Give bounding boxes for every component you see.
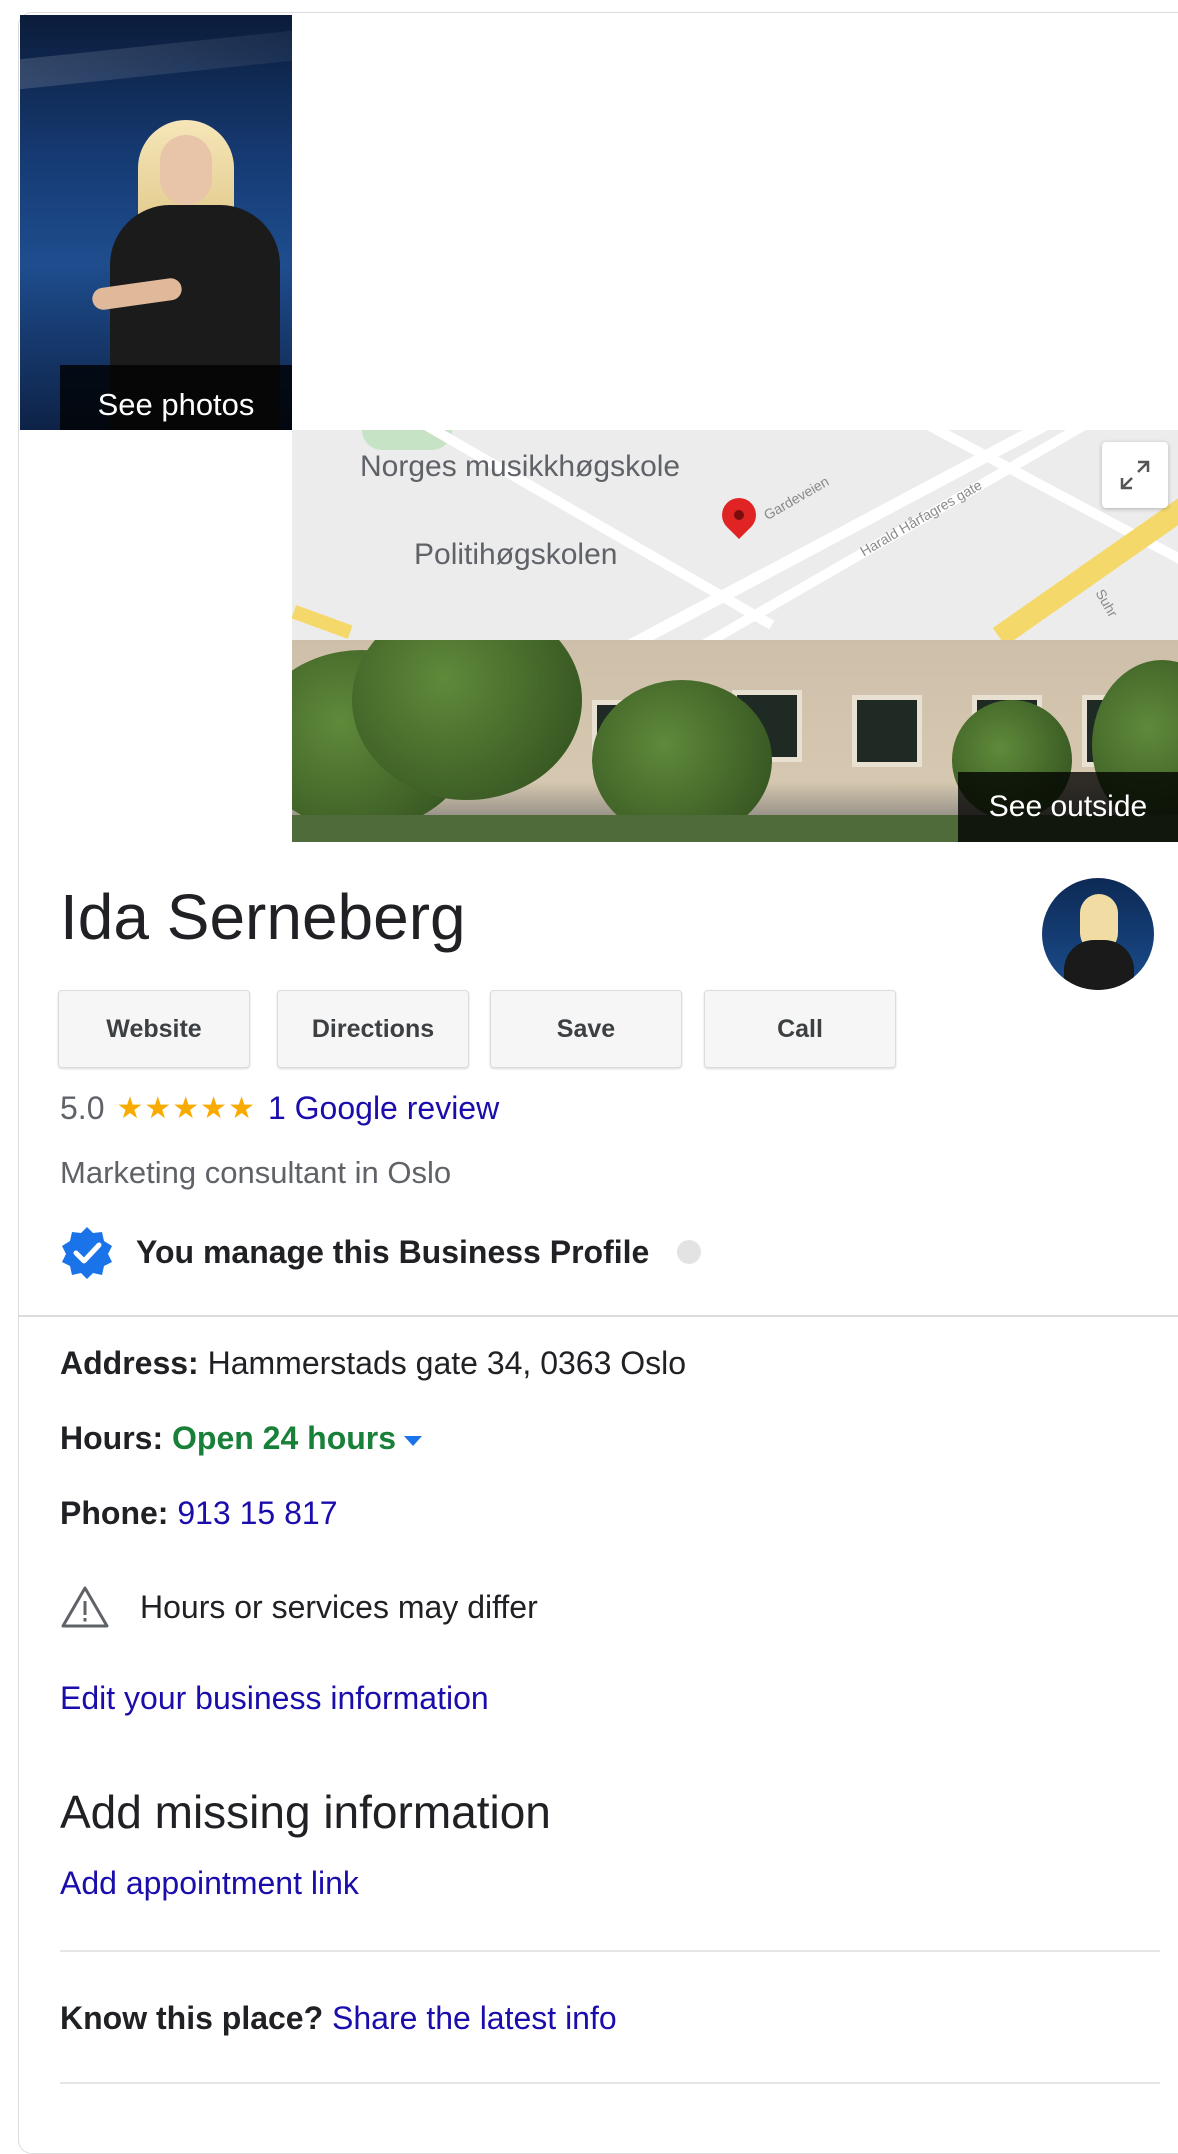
directions-button-label: Directions (311, 1014, 435, 1043)
website-button-label: Website (106, 1014, 202, 1043)
know-this-place-label: Know this place? (60, 2000, 324, 2036)
divider (60, 1950, 1160, 1952)
expand-icon (1120, 460, 1150, 490)
phone-link[interactable]: 913 15 817 (177, 1495, 337, 1531)
avatar-body (1064, 940, 1134, 990)
add-appointment-link[interactable]: Add appointment link (60, 1865, 359, 1902)
address-value: Hammerstads gate 34, 0363 Oslo (207, 1345, 687, 1381)
chevron-down-icon[interactable] (404, 1435, 423, 1446)
call-button[interactable]: Call (704, 990, 896, 1068)
star-rating-icon: ★★★★★ (116, 1092, 256, 1125)
address-label: Address: (60, 1345, 199, 1381)
warning-icon (61, 1586, 109, 1628)
divider (18, 1315, 1178, 1317)
expand-map-button[interactable] (1102, 442, 1168, 508)
edit-business-link[interactable]: Edit your business information (60, 1680, 489, 1717)
map-label: Norges musikkhøgskole (360, 450, 681, 483)
street-view-photo[interactable]: See outside (292, 640, 1178, 842)
share-info-link[interactable]: Share the latest info (332, 2000, 617, 2036)
photo-person-face (160, 135, 212, 205)
save-button[interactable]: Save (490, 990, 682, 1068)
map-label: Politihøgskolen (414, 538, 618, 571)
see-photos-label: See photos (97, 387, 255, 422)
save-button-label: Save (556, 1014, 616, 1043)
call-button-label: Call (777, 1014, 823, 1043)
business-photo[interactable]: See photos (20, 15, 292, 430)
building-window (852, 695, 922, 767)
map-main-road (292, 605, 353, 639)
add-missing-heading: Add missing information (60, 1786, 551, 1838)
business-name: Ida Serneberg (60, 881, 466, 953)
map-street-label: Suhr (1092, 586, 1122, 620)
map-pin-icon (714, 490, 764, 540)
see-outside-label: See outside (988, 790, 1148, 823)
address-row: Address: Hammerstads gate 34, 0363 Oslo (60, 1345, 686, 1382)
hours-row: Hours: Open 24 hours (60, 1420, 423, 1457)
rating-row: 5.0 ★★★★★ 1 Google review (60, 1090, 499, 1127)
hours-label: Hours: (60, 1420, 164, 1456)
website-button[interactable]: Website (58, 990, 250, 1068)
avatar[interactable] (1042, 878, 1154, 990)
map-thumbnail[interactable]: Norges musikkhøgskole Politihøgskolen Ga… (292, 430, 1178, 640)
hours-value[interactable]: Open 24 hours (172, 1420, 396, 1456)
phone-label: Phone: (60, 1495, 169, 1531)
rating-value: 5.0 (60, 1090, 105, 1126)
know-this-place-row: Know this place? Share the latest info (60, 2000, 617, 2037)
photo-banner (20, 30, 292, 90)
map-street-label: Gardeveien (760, 472, 832, 524)
reviews-link[interactable]: 1 Google review (268, 1090, 499, 1127)
see-outside-button[interactable]: See outside (958, 772, 1178, 842)
warning-text: Hours or services may differ (140, 1588, 538, 1625)
directions-button[interactable]: Directions (277, 990, 469, 1068)
verified-badge-icon (62, 1227, 112, 1279)
manage-profile-row: You manage this Business Profile (60, 1225, 702, 1279)
see-photos-button[interactable]: See photos (60, 365, 292, 430)
divider (60, 2082, 1160, 2084)
phone-row: Phone: 913 15 817 (60, 1495, 337, 1532)
help-icon[interactable] (677, 1240, 702, 1264)
manage-profile-text: You manage this Business Profile (136, 1233, 650, 1270)
hours-warning: Hours or services may differ (60, 1585, 538, 1629)
business-category: Marketing consultant in Oslo (60, 1155, 452, 1190)
